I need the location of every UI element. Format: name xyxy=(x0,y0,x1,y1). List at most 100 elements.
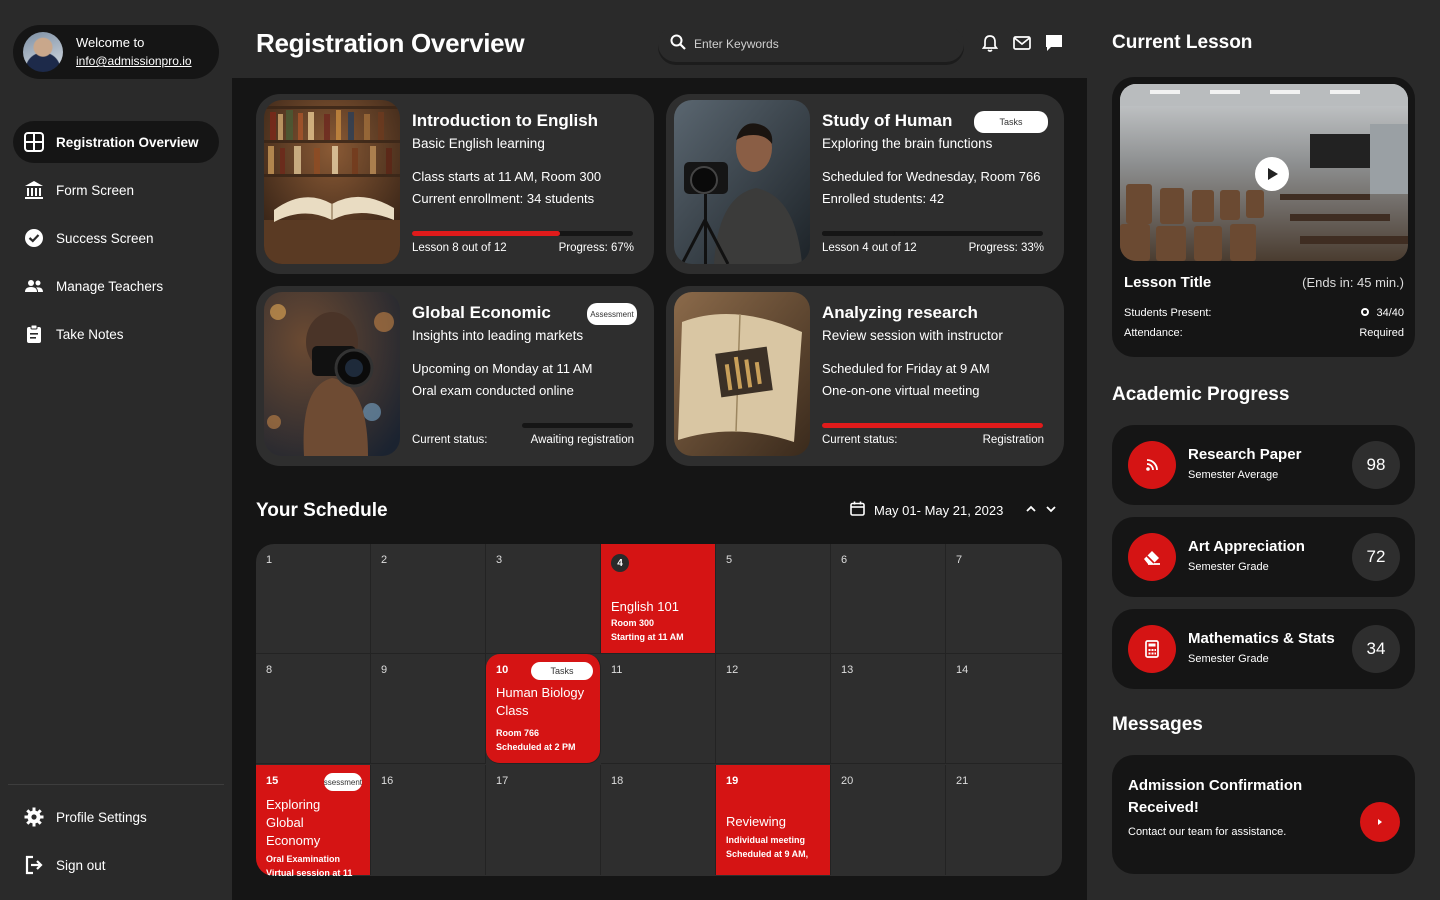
sidebar-item-label: Sign out xyxy=(56,857,106,873)
progress-card[interactable]: Art Appreciation Semester Grade 72 xyxy=(1112,517,1415,597)
search-icon xyxy=(670,34,686,55)
calendar-event-day[interactable]: 4 English 101 Room 300 Starting at 11 AM xyxy=(601,544,716,654)
calendar-day[interactable]: 11 xyxy=(601,654,716,764)
current-lesson-heading: Current Lesson xyxy=(1112,32,1253,53)
course-card[interactable]: Introduction to English Basic English le… xyxy=(256,94,654,274)
day-number: 9 xyxy=(381,664,388,676)
chevron-down-icon[interactable] xyxy=(1045,502,1057,520)
attendance-label: Attendance: xyxy=(1124,327,1183,339)
calendar-event-day[interactable]: 19 Reviewing Individual meeting Schedule… xyxy=(716,765,831,875)
tasks-badge: Tasks xyxy=(531,662,593,680)
event-detail: Scheduled at 2 PM xyxy=(496,742,576,752)
day-number: 8 xyxy=(266,664,273,676)
search-input[interactable] xyxy=(694,37,934,51)
calendar-day[interactable]: 21 xyxy=(946,765,1062,875)
academic-progress-heading: Academic Progress xyxy=(1112,384,1290,405)
calendar-day[interactable]: 12 xyxy=(716,654,831,764)
calendar-day[interactable]: 14 xyxy=(946,654,1062,764)
lesson-video-thumbnail[interactable] xyxy=(1120,84,1408,261)
course-detail: Current enrollment: 34 students xyxy=(412,191,595,206)
progress-card[interactable]: Mathematics & Stats Semester Grade 34 xyxy=(1112,609,1415,689)
schedule-title: Your Schedule xyxy=(256,500,388,521)
chevron-up-icon[interactable] xyxy=(1025,502,1037,520)
course-card[interactable]: Analyzing research Review session with i… xyxy=(666,286,1064,466)
calendar-day[interactable]: 7 xyxy=(946,544,1062,654)
search-bar[interactable] xyxy=(658,26,964,62)
day-number: 21 xyxy=(956,775,969,787)
play-button[interactable] xyxy=(1255,157,1289,191)
calendar-day[interactable]: 16 xyxy=(371,765,486,875)
course-card[interactable]: Assessment Global Economic Insights into… xyxy=(256,286,654,466)
day-number: 3 xyxy=(496,554,503,566)
sidebar-item-label: Take Notes xyxy=(56,326,124,342)
calendar-day[interactable]: 2 xyxy=(371,544,486,654)
sidebar-item-success-screen[interactable]: Success Screen xyxy=(13,217,219,259)
day-number: 19 xyxy=(726,775,739,787)
sidebar-divider xyxy=(8,784,224,785)
progress-card[interactable]: Research Paper Semester Average 98 xyxy=(1112,425,1415,505)
message-card[interactable]: Admission Confirmation Received! Contact… xyxy=(1112,755,1415,874)
progress-title: Mathematics & Stats xyxy=(1188,630,1335,647)
course-footer-left: Lesson 8 out of 12 xyxy=(412,242,507,254)
event-detail: Starting at 11 AM xyxy=(611,632,684,642)
event-detail: Oral Examination xyxy=(266,854,341,864)
course-subtitle: Insights into leading markets xyxy=(412,328,584,343)
sidebar-item-sign-out[interactable]: Sign out xyxy=(13,844,219,886)
day-number: 4 xyxy=(611,554,629,572)
calendar-day[interactable]: 17 xyxy=(486,765,601,875)
course-detail: Upcoming on Monday at 11 AM xyxy=(412,361,593,376)
event-detail: Room 300 xyxy=(611,618,655,628)
course-detail: One-on-one virtual meeting xyxy=(822,383,980,398)
sidebar-item-registration-overview[interactable]: Registration Overview xyxy=(13,121,219,163)
calendar-day[interactable]: 20 xyxy=(831,765,946,875)
course-footer-right: Registration xyxy=(982,434,1044,446)
sidebar: Welcome to info@admissionpro.io Registra… xyxy=(0,0,232,900)
user-email-link[interactable]: info@admissionpro.io xyxy=(76,52,192,70)
sidebar-item-form-screen[interactable]: Form Screen xyxy=(13,169,219,211)
calendar-day[interactable]: 13 xyxy=(831,654,946,764)
progress-title: Research Paper xyxy=(1188,446,1302,463)
day-number: 14 xyxy=(956,664,969,676)
calendar-event-day[interactable]: 15 Assessment Exploring Global Economy O… xyxy=(256,765,371,876)
calendar-day[interactable]: 6 xyxy=(831,544,946,654)
calendar-day[interactable]: 3 xyxy=(486,544,601,654)
day-number: 17 xyxy=(496,775,509,787)
calendar-day[interactable]: 1 xyxy=(256,544,371,654)
sidebar-item-label: Registration Overview xyxy=(56,134,199,150)
event-title: Reviewing xyxy=(726,814,786,829)
open-message-button[interactable] xyxy=(1360,802,1400,842)
day-number: 11 xyxy=(611,664,623,676)
progress-subtitle: Semester Grade xyxy=(1188,561,1269,573)
course-card[interactable]: Tasks Study of Human Exploring the brain… xyxy=(666,94,1064,274)
calculator-icon xyxy=(1128,625,1176,673)
course-image-photographer xyxy=(674,100,810,264)
date-range-picker[interactable]: May 01- May 21, 2023 xyxy=(850,501,1003,519)
day-number: 10 xyxy=(496,664,509,676)
event-title: English 101 xyxy=(611,599,679,614)
sidebar-item-take-notes[interactable]: Take Notes xyxy=(13,313,219,355)
progress-subtitle: Semester Grade xyxy=(1188,653,1269,665)
assessment-badge: Assessment xyxy=(324,773,362,791)
progress-bar xyxy=(822,231,1043,236)
welcome-text: Welcome to xyxy=(76,35,145,50)
day-number: 2 xyxy=(381,554,388,566)
bell-icon[interactable] xyxy=(980,32,1000,54)
bank-icon xyxy=(23,179,45,201)
calendar-day[interactable]: 18 xyxy=(601,765,716,875)
calendar-event-day[interactable]: 10 Tasks Human Biology Class Room 766 Sc… xyxy=(486,654,601,764)
course-image-library xyxy=(264,100,400,264)
current-lesson-card[interactable]: Lesson Title (Ends in: 45 min.) Students… xyxy=(1112,77,1415,357)
chat-icon[interactable] xyxy=(1044,32,1064,54)
course-detail: Enrolled students: 42 xyxy=(822,191,945,206)
schedule-calendar: 1 2 3 4 English 101 Room 300 Starting at… xyxy=(256,544,1062,876)
course-footer-left: Lesson 4 out of 12 xyxy=(822,242,917,254)
sidebar-item-manage-teachers[interactable]: Manage Teachers xyxy=(13,265,219,307)
user-card[interactable]: Welcome to info@admissionpro.io xyxy=(13,25,219,79)
mail-icon[interactable] xyxy=(1012,32,1032,54)
calendar-day[interactable]: 8 xyxy=(256,654,371,764)
calendar-day[interactable]: 5 xyxy=(716,544,831,654)
calendar-day[interactable]: 9 xyxy=(371,654,486,764)
sidebar-item-profile-settings[interactable]: Profile Settings xyxy=(13,796,219,838)
progress-bar-fill xyxy=(412,231,561,236)
day-number: 5 xyxy=(726,554,733,566)
